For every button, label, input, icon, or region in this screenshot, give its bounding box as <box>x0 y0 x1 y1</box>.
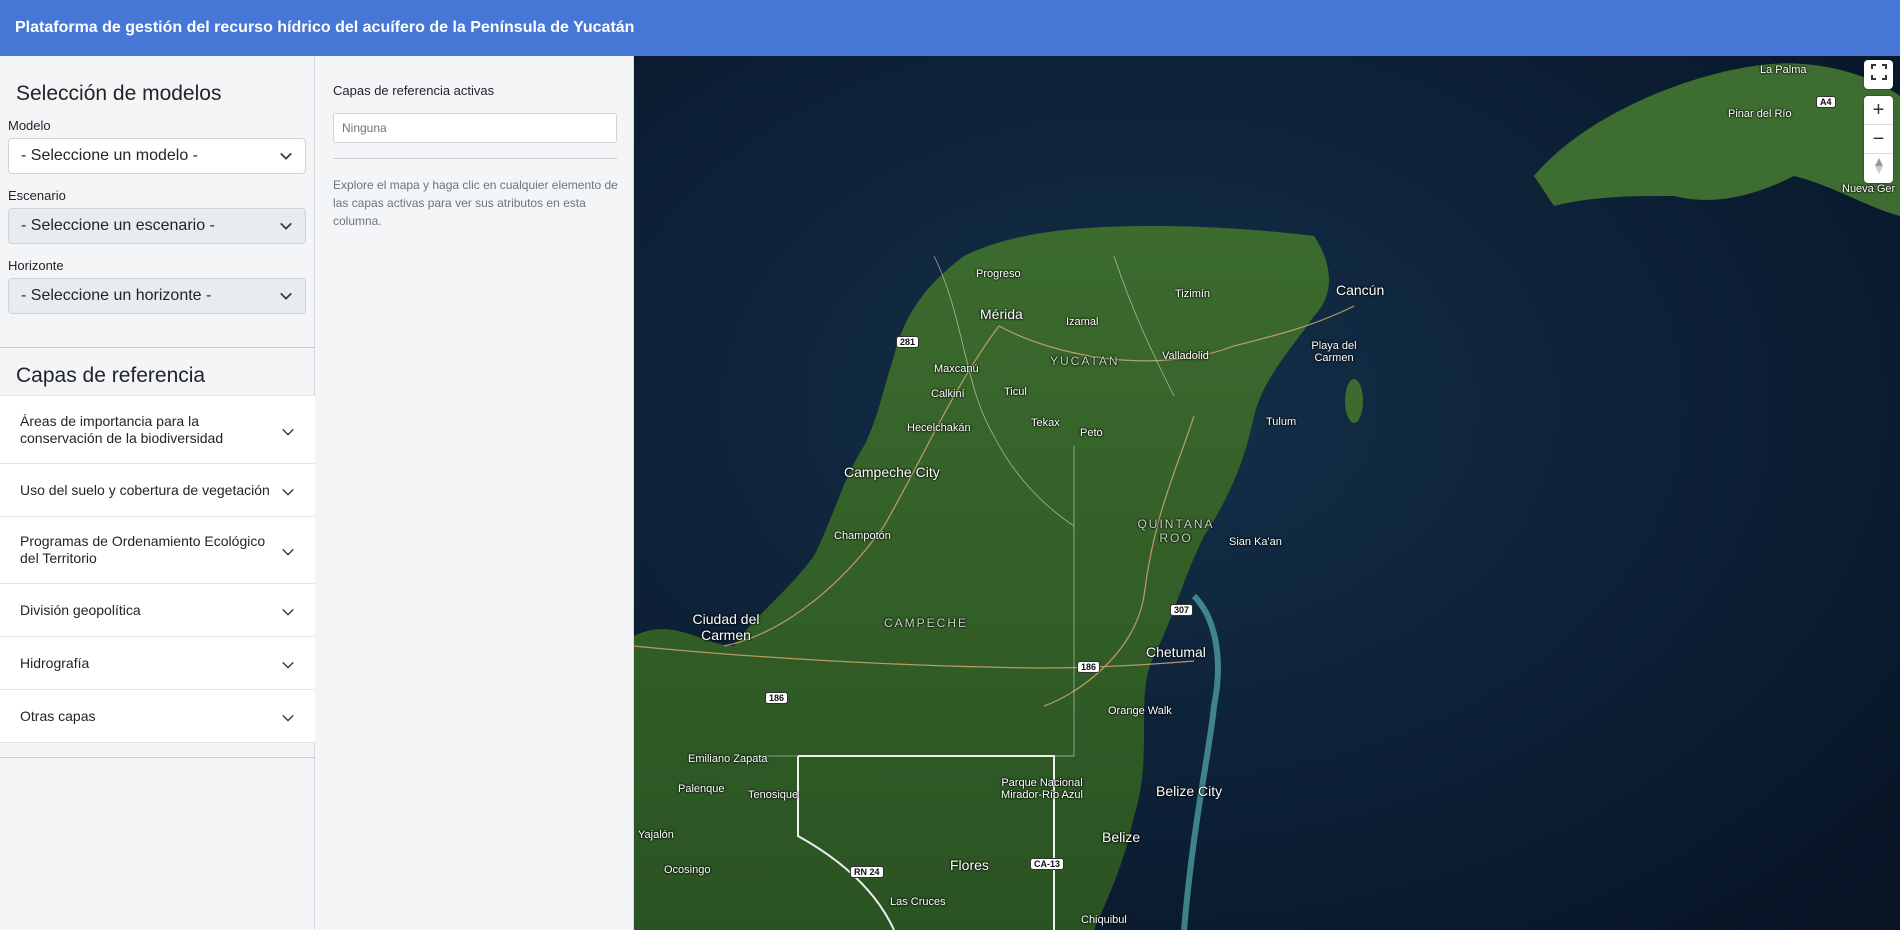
road-shield: 307 <box>1170 604 1194 616</box>
layers-accordion: Áreas de importancia para la conservació… <box>0 395 315 743</box>
zoom-in-button[interactable]: + <box>1864 96 1893 125</box>
chevron-down-icon <box>279 149 293 163</box>
map-label: Yajalón <box>638 829 674 841</box>
scenario-label: Escenario <box>8 188 66 203</box>
map-label: Tekax <box>1031 417 1060 429</box>
map-label: Mérida <box>980 306 1023 322</box>
chevron-down-icon <box>281 656 295 670</box>
section-divider <box>0 757 315 758</box>
accordion-item-label: Otras capas <box>20 707 96 724</box>
compass-icon <box>1872 157 1886 181</box>
section-divider <box>0 347 315 348</box>
map-label: Playa del Carmen <box>1311 340 1357 364</box>
map-label: Tizimín <box>1175 288 1211 300</box>
map-label: Parque Nacional Mirador-Río Azul <box>1001 777 1083 801</box>
map-label: Izamal <box>1066 316 1099 328</box>
accordion-item-label: Hidrografía <box>20 654 90 671</box>
map-label: Tulum <box>1266 416 1297 428</box>
layers-section-title: Capas de referencia <box>16 364 205 388</box>
state-label: CAMPECHE <box>884 616 969 630</box>
compass-button[interactable] <box>1864 154 1893 183</box>
chevron-down-icon <box>281 423 295 437</box>
models-section-title: Selección de modelos <box>16 82 221 106</box>
map-label: La Palma <box>1760 64 1807 76</box>
info-panel: Capas de referencia activas Explore el m… <box>315 56 634 930</box>
satellite-basemap <box>634 56 1900 930</box>
map-label: Belize <box>1102 829 1141 845</box>
road-shield: CA-13 <box>1030 858 1065 870</box>
map-label: Peto <box>1080 427 1103 439</box>
road-shield: 186 <box>1077 661 1101 673</box>
map-label: Emiliano Zapata <box>688 753 768 765</box>
fullscreen-icon <box>1870 63 1888 86</box>
map-label: Valladolid <box>1162 350 1209 362</box>
map-label: Calkiní <box>931 388 965 400</box>
road-shield: A4 <box>1816 96 1836 108</box>
state-label: QUINTANA ROO <box>1137 517 1215 545</box>
model-label: Modelo <box>8 118 51 133</box>
accordion-item-ecological-programs[interactable]: Programas de Ordenamiento Ecológico del … <box>0 517 315 584</box>
active-layers-title: Capas de referencia activas <box>333 83 495 98</box>
zoom-out-button[interactable]: − <box>1864 125 1893 154</box>
horizon-label: Horizonte <box>8 258 64 273</box>
map-label: Orange Walk <box>1108 705 1172 717</box>
map-label: Chiquibul <box>1081 914 1127 926</box>
accordion-item-label: Áreas de importancia para la conservació… <box>20 412 224 446</box>
scenario-select-value: - Seleccione un escenario - <box>21 217 215 234</box>
info-help-text: Explore el mapa y haga clic en cualquier… <box>333 178 618 228</box>
map-label: Cancún <box>1336 282 1385 298</box>
horizon-select-value: - Seleccione un horizonte - <box>21 287 212 304</box>
map-label: Belize City <box>1156 783 1223 799</box>
map-label: Ciudad del Carmen <box>692 611 760 643</box>
chevron-down-icon <box>279 219 293 233</box>
chevron-down-icon <box>281 543 295 557</box>
accordion-item-land-use[interactable]: Uso del suelo y cobertura de vegetación <box>0 464 315 517</box>
accordion-item-biodiversity[interactable]: Áreas de importancia para la conservació… <box>0 396 315 464</box>
road-shield: RN 24 <box>850 866 884 878</box>
accordion-item-label: Uso del suelo y cobertura de vegetación <box>20 481 270 498</box>
scenario-select[interactable]: - Seleccione un escenario - <box>8 208 306 244</box>
navigation-controls: + − <box>1864 96 1893 183</box>
info-divider <box>333 158 617 159</box>
road-shield: 281 <box>896 336 920 348</box>
model-select[interactable]: - Seleccione un modelo - <box>8 138 306 174</box>
accordion-item-geopolitical[interactable]: División geopolítica <box>0 584 315 637</box>
map-label: Sian Ka'an <box>1229 536 1282 548</box>
map-label: Flores <box>950 857 989 873</box>
sidebar: Selección de modelos Modelo - Seleccione… <box>0 56 315 930</box>
map-label: Palenque <box>678 783 725 795</box>
map-label: Chetumal <box>1146 644 1206 660</box>
state-label: YUCATAN <box>1050 354 1120 368</box>
app-header: Plataforma de gestión del recurso hídric… <box>0 0 1900 56</box>
chevron-down-icon <box>281 483 295 497</box>
map-canvas[interactable]: Progreso Mérida Izamal Tizimín Cancún Va… <box>634 56 1900 930</box>
map-label: Hecelchakán <box>907 422 971 434</box>
layers-heading: Capas de referencia <box>16 364 206 387</box>
map-label: Ticul <box>1004 386 1027 398</box>
accordion-item-label: División geopolítica <box>20 601 141 618</box>
map-label: Pinar del Río <box>1728 108 1792 120</box>
map-label: Campeche City <box>844 464 940 480</box>
map-label: Las Cruces <box>890 896 946 908</box>
map-label: Nueva Ger <box>1842 183 1896 195</box>
map-label: Progreso <box>976 268 1021 280</box>
map-label: Champotón <box>834 530 891 542</box>
accordion-item-hydrography[interactable]: Hidrografía <box>0 637 315 690</box>
chevron-down-icon <box>281 603 295 617</box>
horizon-select[interactable]: - Seleccione un horizonte - <box>8 278 306 314</box>
model-select-value: - Seleccione un modelo - <box>21 147 198 164</box>
app-title: Plataforma de gestión del recurso hídric… <box>15 19 635 36</box>
fullscreen-button[interactable] <box>1864 60 1893 89</box>
map-label: Ocosingo <box>664 864 711 876</box>
map-label: Maxcanú <box>934 363 979 375</box>
chevron-down-icon <box>279 289 293 303</box>
map-label: Tenosique <box>748 789 799 801</box>
models-heading: Selección de modelos <box>16 82 222 105</box>
accordion-item-other[interactable]: Otras capas <box>0 690 315 743</box>
active-layers-field[interactable] <box>333 113 617 143</box>
chevron-down-icon <box>281 709 295 723</box>
road-shield: 186 <box>765 692 789 704</box>
accordion-item-label: Programas de Ordenamiento Ecológico del … <box>20 533 266 566</box>
